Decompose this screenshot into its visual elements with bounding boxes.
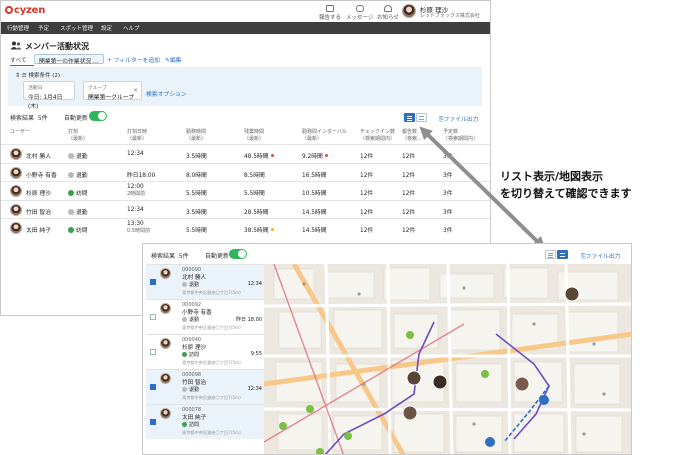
member-checkbox[interactable] (150, 419, 156, 425)
member-checkbox[interactable] (150, 384, 156, 390)
member-status: 退勤 (182, 281, 199, 288)
map-canvas[interactable] (264, 264, 631, 454)
member-address: 東京都中央区銀座〇丁目7(5m) (182, 395, 241, 400)
member-status: 退勤 (182, 386, 199, 393)
member-time: 12:34 (247, 281, 262, 287)
member-status-text: 訪問 (189, 352, 200, 358)
map-svg (264, 264, 631, 454)
member-status: 退勤 (182, 316, 199, 323)
member-time: 12:34 (247, 386, 262, 392)
member-name[interactable]: 杉原 理沙 (182, 343, 206, 351)
list-item[interactable]: 000090 北村 勝人 退勤 12:34 東京都中央区銀座〇丁目7(5m) (146, 264, 264, 299)
member-list-panel: 000090 北村 勝人 退勤 12:34 東京都中央区銀座〇丁目7(5m) 000092… (146, 264, 264, 454)
member-checkbox[interactable] (150, 314, 156, 320)
member-avatar (160, 338, 171, 349)
caption-line-2: を切り替えて確認できます (500, 187, 632, 200)
member-status-text: 訪問 (189, 422, 200, 428)
map-export-label: ファイル出力 (585, 254, 621, 260)
map-result-summary: 検索結果 5件 (151, 251, 189, 260)
member-checkbox[interactable] (150, 279, 156, 285)
status-icon (182, 387, 187, 392)
member-name[interactable]: 太田 純子 (182, 413, 206, 421)
member-address: 東京都中央区銀座〇丁目7(5m) (182, 290, 241, 295)
list-item[interactable]: 000040 杉原 理沙 訪問 9:55 東京都中央区銀座〇丁目7(5m) (146, 334, 264, 369)
member-checkbox[interactable] (150, 349, 156, 355)
member-address: 東京都中央区銀座〇丁目7(5m) (182, 430, 241, 435)
member-avatar (160, 408, 171, 419)
member-time: 9:55 (250, 351, 262, 357)
map-export-button[interactable]: ⎘ファイル出力 (581, 251, 620, 261)
status-icon (182, 317, 187, 322)
map-list-view-button[interactable] (545, 250, 556, 259)
member-avatar (160, 303, 171, 314)
caption-line-1: リスト表示/地図表示 (500, 170, 604, 183)
list-item[interactable]: 000092 小野寺 有香 退勤 昨日 18:00 東京都中央区銀座〇丁目7(5m) (146, 299, 264, 334)
map-map-view-button[interactable] (557, 250, 568, 259)
map-result-label: 検索結果 (151, 253, 176, 260)
map-view-window: 検索結果 5件 自動更新 ⎘ファイル出力 000090 北村 勝人 退勤 12:34 東… (142, 243, 632, 455)
member-name[interactable]: 竹田 智治 (182, 378, 206, 386)
map-auto-update-label: 自動更新 (205, 253, 230, 260)
member-address: 東京都中央区銀座〇丁目7(5m) (182, 360, 241, 365)
list-item[interactable]: 000098 竹田 智治 退勤 12:34 東京都中央区銀座〇丁目7(5m) (146, 369, 264, 404)
member-status-text: 退勤 (189, 387, 200, 393)
map-auto-update-toggle[interactable] (229, 249, 247, 259)
member-status: 訪問 (182, 351, 199, 358)
member-name[interactable]: 小野寺 有香 (182, 308, 212, 316)
member-avatar (160, 373, 171, 384)
member-time: 昨日 18:00 (236, 317, 262, 323)
member-status-text: 退勤 (189, 282, 200, 288)
member-address: 東京都中央区銀座〇丁目7(5m) (182, 325, 241, 330)
member-status: 訪問 (182, 421, 199, 428)
list-item[interactable]: 000078 太田 純子 訪問 東京都中央区銀座〇丁目7(5m) (146, 404, 264, 439)
member-status-text: 退勤 (189, 317, 200, 323)
member-avatar (160, 268, 171, 279)
map-result-count: 5件 (178, 253, 189, 260)
status-icon (182, 282, 187, 287)
status-icon (182, 422, 187, 427)
status-icon (182, 352, 187, 357)
member-name[interactable]: 北村 勝人 (182, 273, 206, 281)
